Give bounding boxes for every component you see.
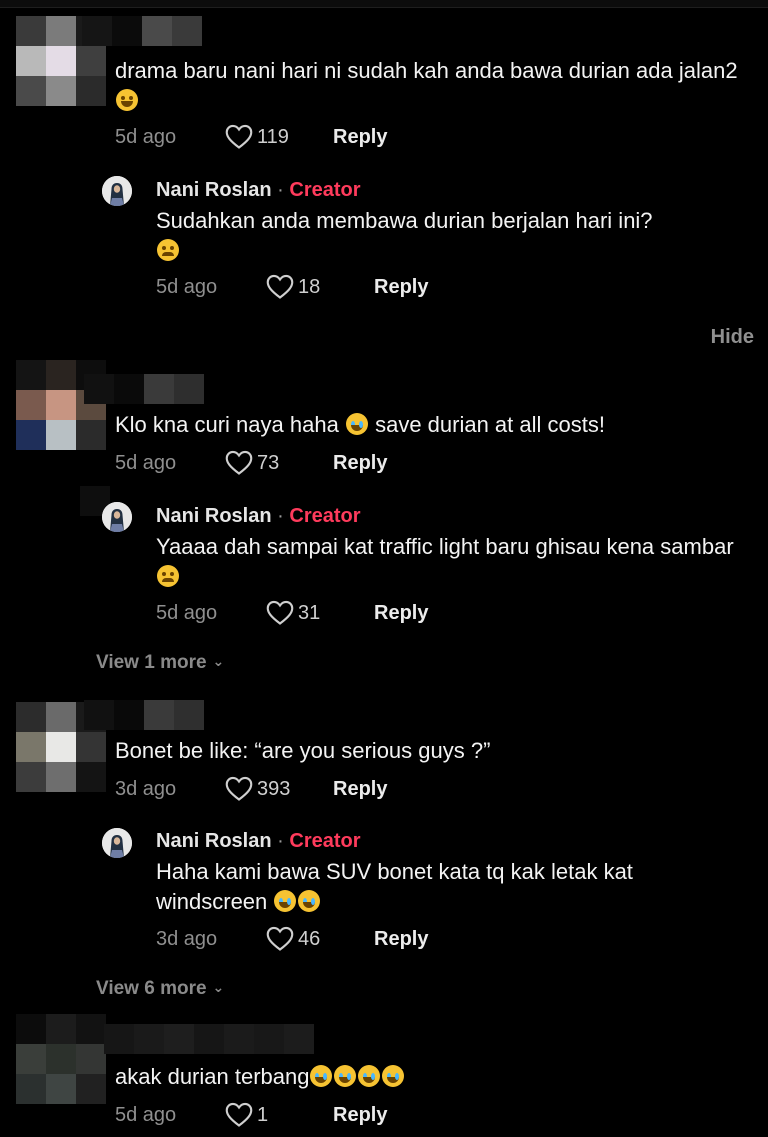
emoji-tears-of-joy — [334, 1065, 357, 1087]
comment-text: akak durian terbang — [115, 1062, 745, 1092]
chevron-down-icon: ⌄ — [212, 653, 225, 669]
creator-avatar[interactable] — [102, 176, 132, 206]
comment-text: drama baru nani hari ni sudah kah anda b… — [115, 56, 745, 116]
like-count: 18 — [298, 275, 321, 298]
reply-meta: 5d ago 18 Reply — [156, 274, 428, 300]
view-more-replies[interactable]: View 6 more ⌄ — [96, 978, 224, 1000]
reply-button[interactable]: Reply — [374, 928, 428, 951]
username[interactable] — [84, 374, 204, 404]
view-more-replies[interactable]: View 1 more ⌄ — [96, 652, 224, 674]
heart-outline-icon — [225, 450, 253, 475]
emoji-tears-of-joy — [382, 1065, 405, 1087]
reply-text: Sudahkan anda membawa durian berjalan ha… — [156, 206, 736, 266]
creator-badge: Creator — [289, 830, 361, 852]
reply-text: Haha kami bawa SUV bonet kata tq kak let… — [156, 859, 633, 914]
username[interactable] — [82, 16, 202, 46]
reply-meta: 3d ago 46 Reply — [156, 926, 428, 952]
username[interactable] — [104, 1024, 314, 1054]
emoji-tears-of-joy — [310, 1065, 333, 1087]
emoji-rofl — [116, 89, 138, 111]
timestamp: 5d ago — [115, 451, 177, 474]
reply-text: Yaaaa dah sampai kat traffic light baru … — [156, 532, 736, 592]
reply-button[interactable]: Reply — [333, 778, 387, 801]
creator-name-line: Nani Roslan · Creator — [156, 830, 361, 852]
reply-button[interactable]: Reply — [374, 276, 428, 299]
creator-avatar[interactable] — [102, 828, 132, 858]
hide-button[interactable]: Hide — [711, 326, 754, 349]
username[interactable] — [84, 700, 204, 730]
reply-button[interactable]: Reply — [333, 1104, 387, 1127]
reply-button[interactable]: Reply — [374, 602, 428, 625]
like-count: 31 — [298, 601, 321, 624]
creator-badge: Creator — [289, 179, 361, 201]
avatar[interactable] — [16, 1014, 106, 1104]
like-count: 393 — [257, 777, 291, 800]
timestamp: 3d ago — [156, 927, 218, 950]
like-button[interactable]: 1 — [225, 1102, 297, 1128]
comment-text: Klo kna curi naya haha save durian at al… — [115, 412, 605, 437]
heart-outline-icon — [266, 600, 294, 625]
like-button[interactable]: 46 — [266, 926, 338, 952]
emoji-tears-of-joy — [274, 890, 297, 912]
author-name[interactable]: Nani Roslan — [156, 505, 272, 527]
comment-meta: 3d ago 393 Reply — [115, 776, 387, 802]
emoji-tears-of-joy — [298, 890, 321, 912]
like-count: 73 — [257, 451, 280, 474]
heart-outline-icon — [266, 274, 294, 299]
like-count: 119 — [257, 125, 289, 148]
like-count: 46 — [298, 927, 321, 950]
timestamp: 5d ago — [115, 125, 177, 148]
heart-outline-icon — [225, 1102, 253, 1127]
like-button[interactable]: 31 — [266, 600, 338, 626]
like-button[interactable]: 73 — [225, 450, 297, 476]
author-name[interactable]: Nani Roslan — [156, 179, 272, 201]
emoji-tears-of-joy — [358, 1065, 381, 1087]
reply-meta: 5d ago 31 Reply — [156, 600, 428, 626]
comment-text: Bonet be like: “are you serious guys ?” — [115, 738, 491, 763]
emoji-tired-face — [157, 239, 179, 261]
author-name[interactable]: Nani Roslan — [156, 830, 272, 852]
emoji-tears-of-joy — [345, 413, 368, 435]
like-button[interactable]: 393 — [225, 776, 297, 802]
creator-badge: Creator — [289, 505, 361, 527]
like-button[interactable]: 18 — [266, 274, 338, 300]
timestamp: 5d ago — [115, 1103, 177, 1126]
creator-name-line: Nani Roslan · Creator — [156, 505, 361, 527]
creator-name-line: Nani Roslan · Creator — [156, 179, 361, 201]
heart-outline-icon — [225, 776, 253, 801]
timestamp: 3d ago — [115, 777, 177, 800]
like-count: 1 — [257, 1103, 269, 1126]
reply-button[interactable]: Reply — [333, 126, 387, 149]
creator-avatar[interactable] — [102, 502, 132, 532]
timestamp: 5d ago — [156, 601, 218, 624]
comment-meta: 5d ago 119 Reply — [115, 124, 387, 150]
chevron-down-icon: ⌄ — [212, 979, 225, 995]
reply-button[interactable]: Reply — [333, 452, 387, 475]
comment-meta: 5d ago 1 Reply — [115, 1102, 387, 1128]
heart-outline-icon — [225, 124, 253, 149]
comment-meta: 5d ago 73 Reply — [115, 450, 387, 476]
heart-outline-icon — [266, 926, 294, 951]
like-button[interactable]: 119 — [225, 124, 297, 150]
top-divider — [0, 0, 768, 8]
timestamp: 5d ago — [156, 275, 218, 298]
emoji-tired-face — [157, 565, 179, 587]
